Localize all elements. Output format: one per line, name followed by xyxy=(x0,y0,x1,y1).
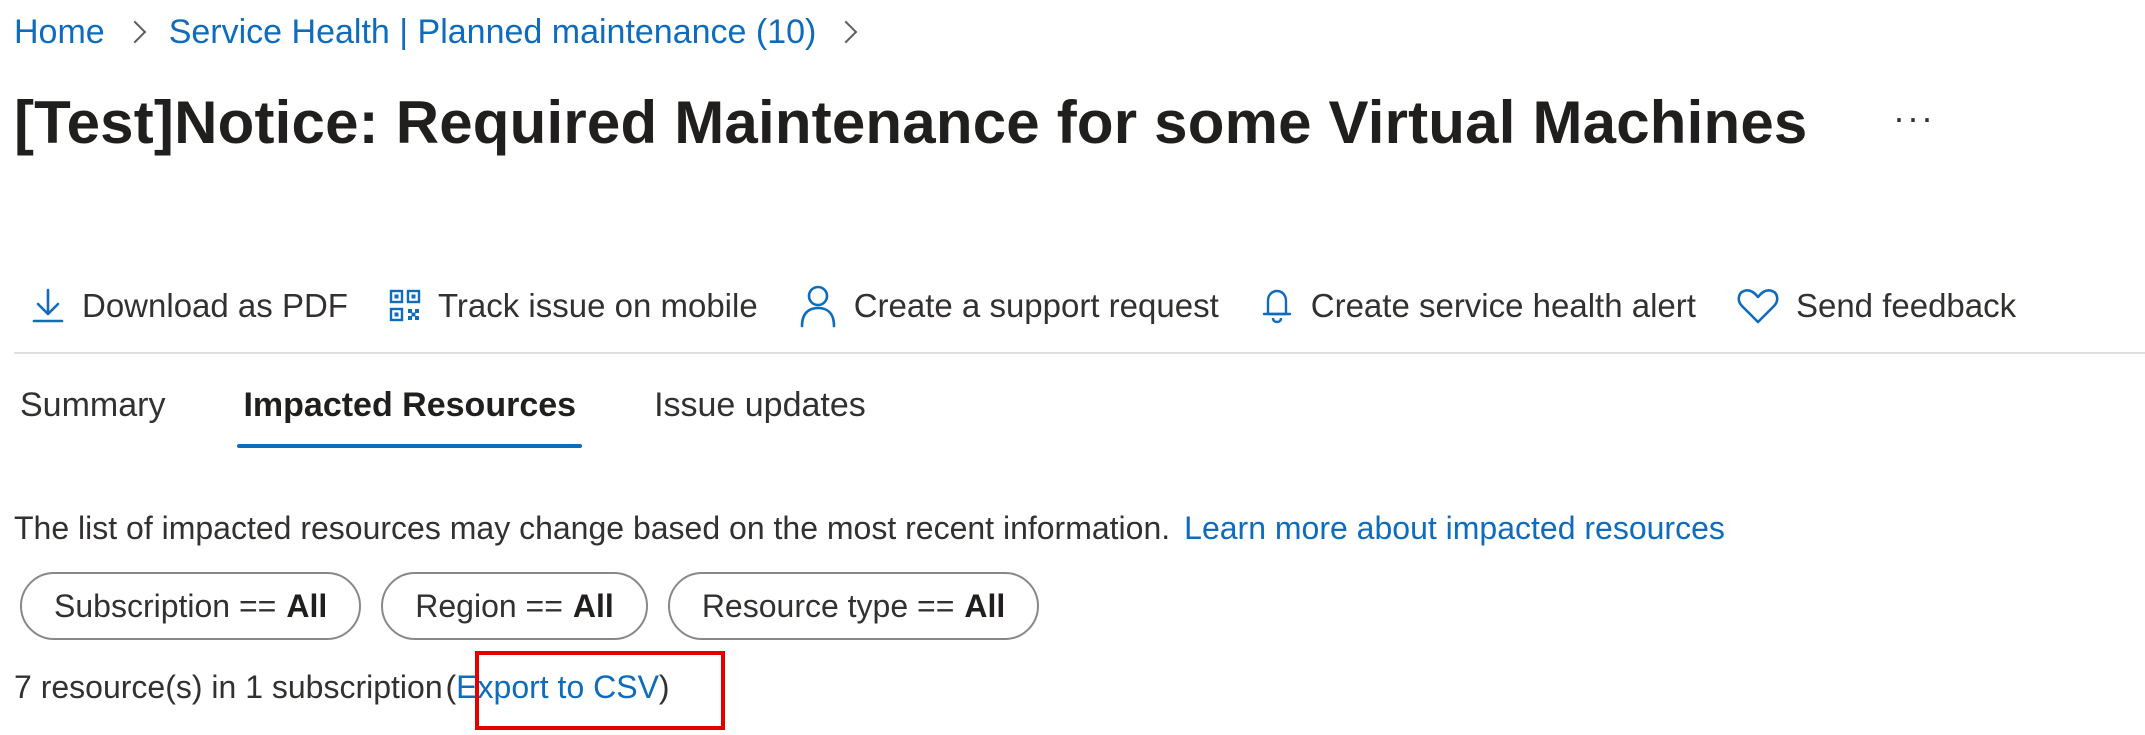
send-feedback-button[interactable]: Send feedback xyxy=(1736,286,2016,326)
open-paren: ( xyxy=(445,669,457,705)
chevron-right-icon xyxy=(835,20,858,44)
toolbar-divider xyxy=(14,352,2145,354)
create-support-request-label: Create a support request xyxy=(853,287,1219,324)
create-health-alert-label: Create service health alert xyxy=(1310,287,1696,324)
qr-code-icon xyxy=(389,289,421,322)
command-bar: Download as PDF Track issue on mobile Cr… xyxy=(30,282,2056,330)
info-text: The list of impacted resources may chang… xyxy=(14,510,1171,546)
filter-subscription[interactable]: Subscription == All xyxy=(20,572,362,640)
breadcrumb: Home Service Health | Planned maintenanc… xyxy=(14,10,880,54)
chevron-right-icon xyxy=(123,20,147,44)
breadcrumb-home-link[interactable]: Home xyxy=(14,10,105,54)
send-feedback-label: Send feedback xyxy=(1795,287,2017,324)
track-mobile-label: Track issue on mobile xyxy=(437,287,758,324)
filter-resource-type-value: All xyxy=(964,587,1006,624)
filter-bar: Subscription == All Region == All Resour… xyxy=(20,572,1059,640)
tab-summary[interactable]: Summary xyxy=(20,380,165,450)
tab-impacted-resources[interactable]: Impacted Resources xyxy=(237,380,582,450)
bell-icon xyxy=(1262,289,1291,324)
tab-list: Summary Impacted Resources Issue updates xyxy=(20,380,944,450)
impacted-resources-info: The list of impacted resources may chang… xyxy=(14,508,1725,548)
more-options-button[interactable]: ··· xyxy=(1893,100,1935,136)
learn-more-link[interactable]: Learn more about impacted resources xyxy=(1184,510,1725,546)
filter-resource-type-label: Resource type == xyxy=(701,587,955,624)
filter-region[interactable]: Region == All xyxy=(381,572,648,640)
download-pdf-button[interactable]: Download as PDF xyxy=(30,286,348,326)
track-mobile-button[interactable]: Track issue on mobile xyxy=(388,287,758,325)
filter-resource-type[interactable]: Resource type == All xyxy=(667,572,1040,640)
highlight-box xyxy=(475,651,725,730)
download-icon xyxy=(32,288,64,323)
resource-count-text: 7 resource(s) in 1 subscription xyxy=(14,669,443,705)
page-title: [Test]Notice: Required Maintenance for s… xyxy=(14,89,1808,156)
create-health-alert-button[interactable]: Create service health alert xyxy=(1259,286,1696,326)
person-icon xyxy=(800,285,836,328)
heart-icon xyxy=(1737,289,1779,324)
filter-region-label: Region == xyxy=(415,587,563,624)
filter-subscription-value: All xyxy=(286,587,328,624)
filter-region-value: All xyxy=(572,587,614,624)
create-support-request-button[interactable]: Create a support request xyxy=(798,284,1219,328)
filter-subscription-label: Subscription == xyxy=(54,587,277,624)
tab-issue-updates[interactable]: Issue updates xyxy=(654,380,866,450)
download-pdf-label: Download as PDF xyxy=(82,287,348,324)
breadcrumb-service-health-link[interactable]: Service Health | Planned maintenance (10… xyxy=(169,10,817,54)
